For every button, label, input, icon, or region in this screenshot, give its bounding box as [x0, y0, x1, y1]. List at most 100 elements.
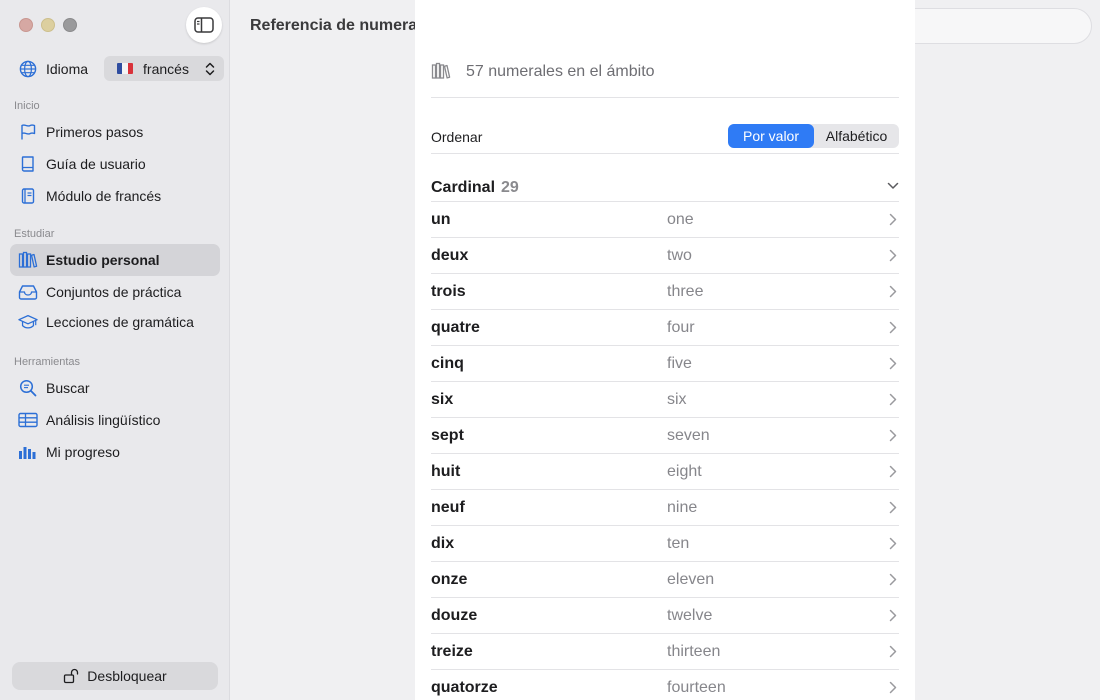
numeral-translation: nine — [667, 499, 698, 516]
numeral-translation: seven — [667, 427, 710, 444]
numeral-row[interactable]: huit eight — [431, 454, 899, 490]
numeral-list: un one deux two trois three quatre four … — [431, 202, 899, 700]
numeral-row[interactable]: un one — [431, 202, 899, 238]
chevron-right-icon — [889, 321, 897, 334]
numeral-translation: twelve — [667, 607, 713, 624]
sidebar-item-label: Conjuntos de práctica — [46, 284, 182, 300]
numeral-word: un — [431, 211, 451, 228]
sidebar-item-estudio-personal[interactable]: Estudio personal — [10, 244, 220, 276]
language-select[interactable]: francés — [104, 56, 225, 81]
sidebar-item-label: Estudio personal — [46, 252, 160, 268]
sidebar-item-label: Lecciones de gramática — [46, 314, 194, 330]
sidebar-item-primeros-pasos[interactable]: Primeros pasos — [10, 116, 220, 148]
numeral-row[interactable]: deux two — [431, 238, 899, 274]
sidebar: Idioma francés Inicio Primeros pasos Guí… — [0, 0, 230, 700]
numeral-row[interactable]: quatorze fourteen — [431, 670, 899, 700]
sidebar-item-modulo-de-frances[interactable]: Módulo de francés — [10, 180, 220, 212]
sidebar-item-mi-progreso[interactable]: Mi progreso — [10, 436, 220, 468]
bar-chart-icon — [19, 447, 36, 459]
language-value: francés — [143, 60, 189, 77]
tray-icon — [18, 285, 38, 300]
chevron-right-icon — [889, 501, 897, 514]
chevron-right-icon — [889, 609, 897, 622]
sidebar-toggle-button[interactable] — [186, 7, 222, 43]
numeral-row[interactable]: dix ten — [431, 526, 899, 562]
numeral-word: dix — [431, 535, 455, 552]
sort-label: Ordenar — [431, 129, 483, 145]
numeral-word: quatre — [431, 319, 480, 336]
cardinal-group-header[interactable]: Cardinal 29 — [431, 172, 899, 202]
section-label-herramientas: Herramientas — [14, 356, 81, 368]
search-text-icon — [19, 379, 37, 397]
chevron-right-icon — [889, 393, 897, 406]
numeral-word: treize — [431, 643, 473, 660]
numeral-row[interactable]: cinq five — [431, 346, 899, 382]
chevron-down-icon — [887, 182, 899, 189]
numeral-translation: five — [667, 355, 692, 372]
section-label-inicio: Inicio — [14, 100, 40, 112]
sidebar-item-label: Buscar — [46, 380, 90, 396]
numeral-translation: thirteen — [667, 643, 721, 660]
sidebar-item-analisis-linguistico[interactable]: Análisis lingüístico — [10, 404, 220, 436]
close-window-button[interactable] — [19, 18, 33, 32]
scope-row: 57 numerales en el ámbito — [431, 62, 899, 98]
chevron-up-down-icon — [205, 62, 215, 76]
chevron-right-icon — [889, 645, 897, 658]
scope-count-text: 57 numerales en el ámbito — [466, 63, 655, 80]
chevron-right-icon — [889, 285, 897, 298]
book-icon — [21, 156, 34, 172]
numeral-word: trois — [431, 283, 466, 300]
numeral-word: onze — [431, 571, 468, 588]
flag-icon — [21, 124, 36, 140]
numeral-word: quatorze — [431, 679, 498, 696]
section-label-estudiar: Estudiar — [14, 228, 55, 240]
numeral-word: douze — [431, 607, 478, 624]
numeral-translation: four — [667, 319, 695, 336]
module-book-icon — [21, 188, 35, 204]
sort-row: Ordenar Por valor Alfabético — [431, 118, 899, 154]
chevron-right-icon — [889, 249, 897, 262]
numeral-row[interactable]: quatre four — [431, 310, 899, 346]
numeral-translation: eleven — [667, 571, 715, 588]
chevron-right-icon — [889, 465, 897, 478]
graduation-cap-icon — [18, 315, 38, 329]
sidebar-item-guia-de-usuario[interactable]: Guía de usuario — [10, 148, 220, 180]
unlock-button[interactable]: Desbloquear — [12, 662, 218, 690]
numeral-translation: two — [667, 247, 692, 264]
sidebar-toggle-icon — [194, 17, 214, 33]
numeral-word: neuf — [431, 499, 465, 516]
sidebar-item-lecciones-de-gramatica[interactable]: Lecciones de gramática — [10, 306, 220, 338]
numeral-translation: fourteen — [667, 679, 726, 696]
sort-by-value-segment[interactable]: Por valor — [728, 124, 814, 148]
numeral-row[interactable]: neuf nine — [431, 490, 899, 526]
library-icon — [18, 251, 38, 268]
table-icon — [18, 412, 38, 428]
library-books-icon — [431, 62, 451, 79]
chevron-right-icon — [889, 681, 897, 694]
numeral-translation: three — [667, 283, 704, 300]
sort-segmented-control: Por valor Alfabético — [728, 124, 899, 148]
numeral-word: sept — [431, 427, 464, 444]
numeral-translation: ten — [667, 535, 690, 552]
numeral-translation: six — [667, 391, 687, 408]
group-count: 29 — [501, 179, 519, 196]
unlock-icon — [64, 668, 79, 684]
france-flag-icon — [117, 63, 134, 74]
numeral-row[interactable]: trois three — [431, 274, 899, 310]
chevron-right-icon — [889, 213, 897, 226]
chevron-right-icon — [889, 429, 897, 442]
page-title: Referencia de numerales — [250, 17, 440, 34]
zoom-window-button[interactable] — [63, 18, 77, 32]
numeral-row[interactable]: onze eleven — [431, 562, 899, 598]
numeral-row[interactable]: six six — [431, 382, 899, 418]
numeral-row[interactable]: sept seven — [431, 418, 899, 454]
sort-alphabetical-segment[interactable]: Alfabético — [814, 124, 899, 148]
numeral-row[interactable]: douze twelve — [431, 598, 899, 634]
language-label: Idioma — [46, 60, 89, 77]
numeral-word: six — [431, 391, 454, 408]
numeral-row[interactable]: treize thirteen — [431, 634, 899, 670]
sidebar-item-buscar[interactable]: Buscar — [10, 372, 220, 404]
numeral-translation: one — [667, 211, 694, 228]
minimize-window-button[interactable] — [41, 18, 55, 32]
sidebar-item-conjuntos-de-practica[interactable]: Conjuntos de práctica — [10, 276, 220, 308]
